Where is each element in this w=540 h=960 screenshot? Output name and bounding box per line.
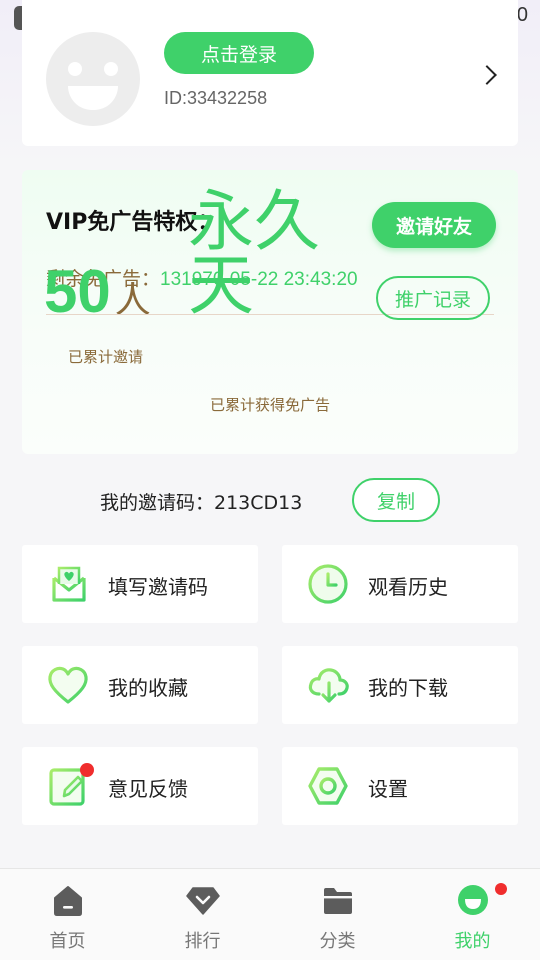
envelope-heart-icon [52, 566, 86, 602]
tile-settings[interactable]: 设置 [282, 747, 518, 825]
home-icon [53, 886, 82, 916]
cloud-download-icon [308, 668, 349, 703]
nav-label: 我的 [454, 931, 491, 952]
invite-friends-button[interactable]: 邀请好友 [372, 202, 496, 248]
nav-categories[interactable]: 分类 [270, 869, 405, 960]
nav-label: 首页 [49, 931, 86, 952]
user-id: ID:33432258 [164, 88, 268, 108]
login-button[interactable]: 点击登录 [164, 32, 314, 74]
tile-my-favorites[interactable]: 我的收藏 [22, 646, 258, 724]
notification-dot [80, 763, 94, 777]
profile-card[interactable]: 点击登录 ID:33432258 [22, 0, 518, 146]
vip-days-value: 永久天 [188, 183, 328, 324]
nav-label: 分类 [319, 931, 356, 952]
chevron-right-icon[interactable] [477, 65, 497, 85]
invite-code-text: 我的邀请码：213CD13 [100, 492, 303, 514]
diamond-icon [185, 887, 220, 915]
tile-enter-invite-code[interactable]: 填写邀请码 [22, 545, 258, 623]
nav-label: 排行 [184, 931, 221, 952]
avatar-eye-left [68, 62, 82, 76]
notification-dot [495, 883, 507, 895]
tile-my-downloads[interactable]: 我的下载 [282, 646, 518, 724]
vip-days-text: 永久天 [188, 183, 320, 324]
invite-count-number: 50 [44, 258, 111, 325]
vip-card: VIP免广告特权： 剩余免广告：131970-05-22 23:43:20 50… [22, 170, 518, 454]
tile-label: 我的下载 [368, 676, 448, 700]
avatar-eye-right [104, 62, 118, 76]
nav-mine[interactable]: 我的 [405, 869, 540, 960]
heart-icon [48, 666, 88, 704]
nav-home[interactable]: 首页 [0, 869, 135, 960]
nav-ranking[interactable]: 排行 [135, 869, 270, 960]
promotion-records-button[interactable]: 推广记录 [376, 276, 490, 320]
tile-feedback[interactable]: 意见反馈 [22, 747, 258, 825]
profile-face-icon [457, 885, 488, 915]
tile-label: 填写邀请码 [108, 575, 208, 599]
tile-label: 意见反馈 [108, 777, 188, 801]
tile-label: 观看历史 [368, 575, 448, 599]
adfree-label: 已累计获得免广告 [210, 396, 331, 414]
tile-label: 设置 [368, 777, 408, 801]
tile-label: 我的收藏 [108, 676, 188, 700]
avatar-mouth [68, 86, 118, 110]
hexagon-settings-icon [308, 767, 348, 805]
invited-label: 已累计邀请 [68, 348, 144, 366]
avatar[interactable] [46, 32, 140, 126]
copy-button[interactable]: 复制 [352, 478, 440, 522]
folder-icon [323, 888, 352, 914]
invite-count-unit: 人 [114, 280, 151, 321]
clock-icon [308, 564, 348, 604]
bottom-nav: 首页 排行 分类 我的 [0, 868, 540, 960]
tile-watch-history[interactable]: 观看历史 [282, 545, 518, 623]
